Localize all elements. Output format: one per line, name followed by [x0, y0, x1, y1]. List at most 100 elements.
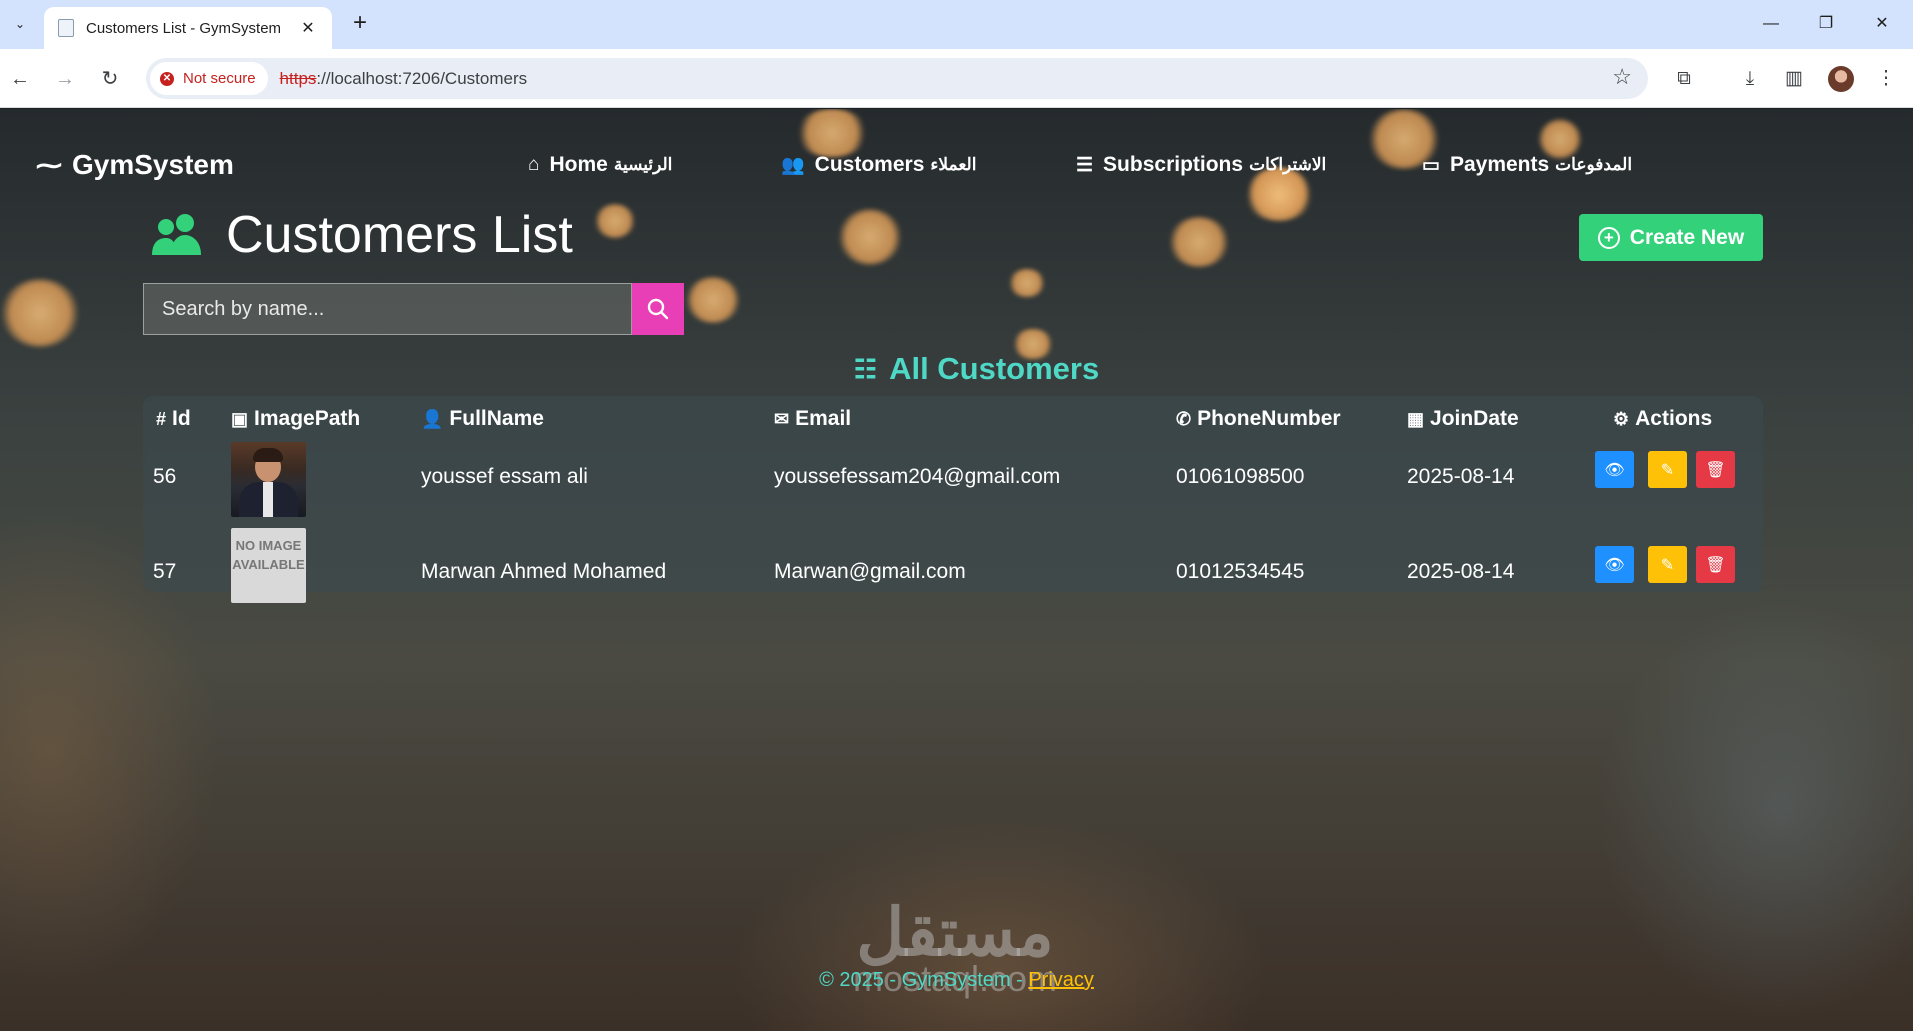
edit-button[interactable]: ✎: [1648, 546, 1687, 583]
browser-tab-active[interactable]: Customers List - GymSystem ✕: [44, 7, 332, 49]
image-icon: ▣: [231, 408, 249, 429]
nav-link-label: Home: [549, 153, 608, 176]
footer-text: © 2025 - GymSystem -: [819, 969, 1029, 991]
column-header-label: ImagePath: [254, 407, 361, 430]
nav-link-label: Subscriptions: [1103, 153, 1244, 176]
browser-toolbar: ← → ↻ ✕ Not secure https://localhost:720…: [0, 49, 1913, 108]
view-button[interactable]: 👁: [1595, 451, 1634, 488]
no-image-placeholder: NO IMAGE AVAILABLE: [231, 528, 306, 603]
column-header-label: PhoneNumber: [1197, 407, 1341, 430]
customer-photo: [231, 442, 306, 517]
home-icon: ⌂: [528, 154, 540, 175]
create-new-button[interactable]: + Create New: [1579, 214, 1763, 261]
background-light: [0, 279, 80, 347]
nav-link-label-ar: الرئيسية: [613, 155, 673, 174]
tab-close-icon[interactable]: ✕: [298, 18, 318, 38]
hash-icon: #: [156, 408, 167, 429]
cell-phone: 01061098500: [1176, 465, 1305, 488]
column-header-imagepath[interactable]: ▣ ImagePath: [231, 407, 360, 431]
background-light: [795, 109, 869, 157]
page-viewport: ⁓ GymSystem ⌂ Home الرئيسية 👥 Customers …: [0, 109, 1913, 1031]
cell-fullname: youssef essam ali: [421, 465, 588, 488]
cell-fullname: Marwan Ahmed Mohamed: [421, 560, 667, 583]
page-favicon-icon: [58, 19, 74, 37]
browser-tab-strip: ⌄ Customers List - GymSystem ✕ + — ❐ ✕: [0, 0, 1913, 49]
page-footer: © 2025 - GymSystem - Privacy: [0, 969, 1913, 992]
tab-search-button[interactable]: ⌄: [8, 12, 32, 36]
edit-icon: ✎: [1660, 461, 1675, 479]
url-path: ://localhost:7206/Customers: [316, 68, 528, 88]
money-icon: ▭: [1422, 154, 1440, 176]
address-bar[interactable]: ✕ Not secure https://localhost:7206/Cust…: [146, 58, 1648, 99]
browser-menu-icon[interactable]: ⋮: [1872, 65, 1900, 93]
forward-arrow-icon[interactable]: →: [51, 65, 79, 93]
brand-name: GymSystem: [72, 149, 234, 180]
background-light: [1168, 217, 1230, 267]
view-button[interactable]: 👁: [1595, 546, 1634, 583]
cell-email: Marwan@gmail.com: [774, 560, 966, 583]
column-header-label: FullName: [449, 407, 544, 430]
restore-window-icon[interactable]: ❐: [1806, 10, 1846, 38]
list-icon: ☷: [853, 353, 878, 384]
column-header-email[interactable]: ✉ Email: [774, 407, 851, 431]
trash-icon: 🗑: [1705, 556, 1726, 574]
nav-link-label-ar: المدفوعات: [1555, 155, 1633, 174]
envelope-icon: ✉: [774, 408, 790, 429]
nav-link-subscriptions[interactable]: ☰ Subscriptions الاشتراكات: [1076, 153, 1326, 177]
background-light: [685, 277, 741, 323]
background-light: [838, 209, 902, 265]
nav-link-customers[interactable]: 👥 Customers العملاء: [781, 153, 976, 177]
pulse-icon: ⁓: [36, 149, 62, 180]
section-title: ☷ All Customers: [0, 351, 1913, 387]
extensions-icon[interactable]: ⧉: [1670, 65, 1698, 93]
reload-icon[interactable]: ↻: [96, 65, 124, 93]
column-header-joindate[interactable]: ▦ JoinDate: [1407, 407, 1519, 431]
side-panel-icon[interactable]: ▥: [1780, 65, 1808, 93]
nav-link-home[interactable]: ⌂ Home الرئيسية: [528, 153, 672, 177]
page-title: Customers List: [226, 206, 573, 264]
cell-joindate: 2025-08-14: [1407, 465, 1515, 488]
edit-button[interactable]: ✎: [1648, 451, 1687, 488]
nav-link-label-ar: الاشتراكات: [1249, 155, 1327, 174]
bookmark-star-icon[interactable]: ☆: [1612, 64, 1632, 90]
tab-title: Customers List - GymSystem: [86, 19, 282, 37]
gear-icon: ⚙: [1613, 408, 1630, 429]
new-tab-button[interactable]: +: [346, 10, 374, 38]
cell-email: youssefessam204@gmail.com: [774, 465, 1061, 488]
delete-button[interactable]: 🗑: [1696, 451, 1735, 488]
column-header-id[interactable]: # Id: [156, 407, 191, 431]
nav-link-payments[interactable]: ▭ Payments المدفوعات: [1422, 153, 1632, 177]
mostaql-watermark: مستقل mostaql.com: [835, 899, 1075, 1009]
eye-icon: 👁: [1604, 556, 1625, 574]
edit-icon: ✎: [1660, 556, 1675, 574]
download-icon[interactable]: ⤓: [1736, 65, 1764, 93]
nav-link-label: Customers: [814, 153, 925, 176]
search-icon: [647, 298, 669, 320]
column-header-phonenumber[interactable]: ✆ PhoneNumber: [1176, 407, 1341, 431]
security-chip[interactable]: ✕ Not secure: [150, 62, 268, 95]
column-header-actions: ⚙ Actions: [1613, 407, 1712, 431]
watermark-arabic: مستقل: [856, 895, 1054, 969]
column-header-fullname[interactable]: 👤 FullName: [421, 407, 544, 431]
trash-icon: 🗑: [1705, 461, 1726, 479]
eye-icon: 👁: [1604, 461, 1625, 479]
security-label: Not secure: [183, 70, 256, 87]
users-icon: 👥: [781, 155, 805, 176]
minimize-window-icon[interactable]: —: [1751, 10, 1791, 38]
privacy-link[interactable]: Privacy: [1028, 969, 1094, 991]
warning-icon: ✕: [160, 71, 174, 86]
brand-logo[interactable]: ⁓ GymSystem: [36, 149, 234, 181]
column-header-label: Id: [172, 407, 191, 430]
background-light: [1008, 269, 1046, 297]
delete-button[interactable]: 🗑: [1696, 546, 1735, 583]
search-input[interactable]: [143, 283, 632, 335]
cell-joindate: 2025-08-14: [1407, 560, 1515, 583]
calendar-icon: ▦: [1407, 408, 1425, 429]
url-text[interactable]: https://localhost:7206/Customers: [280, 69, 528, 89]
search-button[interactable]: [632, 283, 684, 335]
back-arrow-icon[interactable]: ←: [6, 65, 34, 93]
close-window-icon[interactable]: ✕: [1862, 10, 1902, 38]
column-header-label: Actions: [1635, 407, 1713, 430]
profile-avatar[interactable]: [1828, 66, 1854, 92]
cell-phone: 01012534545: [1176, 560, 1305, 583]
